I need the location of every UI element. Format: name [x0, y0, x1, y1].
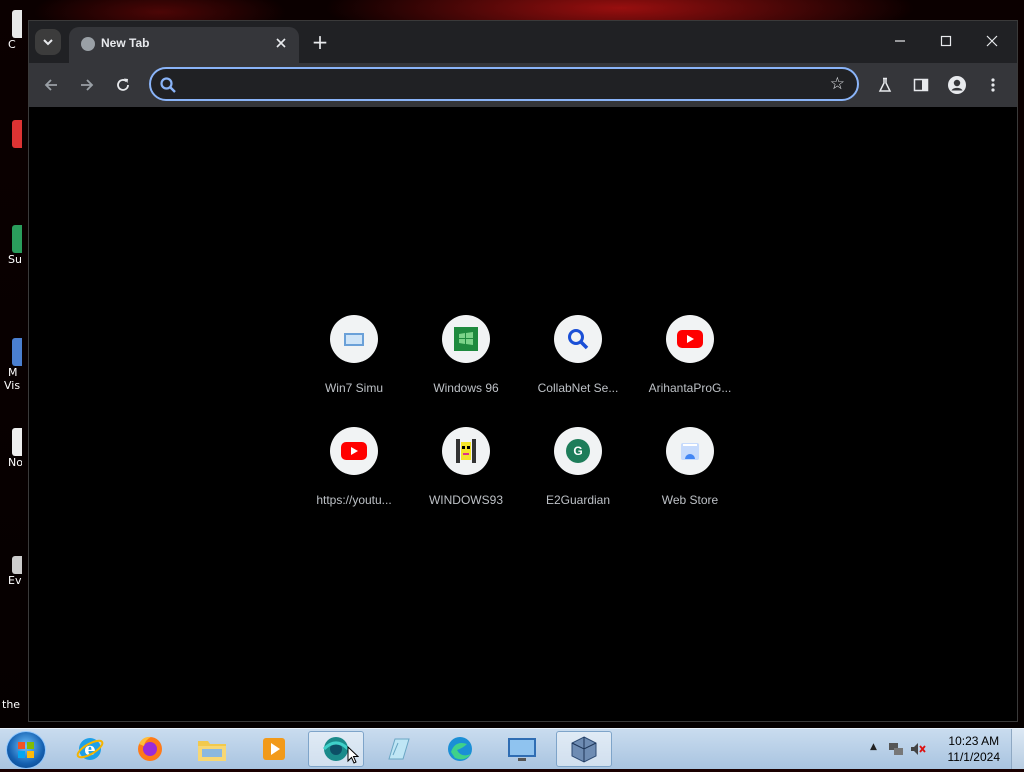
reload-icon	[117, 78, 129, 91]
menu-button[interactable]	[981, 73, 1005, 97]
volume-muted-icon[interactable]	[910, 741, 926, 757]
minimize-button[interactable]	[885, 29, 915, 53]
taskbar: e ▲ 10:23 AM 11/1/2024	[0, 728, 1024, 769]
tab-strip: New Tab +	[29, 21, 1017, 63]
desktop-icon[interactable]: Ev	[0, 556, 22, 587]
taskbar-media-player[interactable]	[246, 731, 302, 767]
webstore-icon	[666, 427, 714, 475]
desktop-icon[interactable]: Su	[0, 225, 22, 266]
shortcut-tile[interactable]: CollabNet Se...	[522, 315, 634, 415]
shortcut-tile[interactable]: Win7 Simu	[298, 315, 410, 415]
shortcut-label: Windows 96	[433, 381, 499, 395]
letter-g-badge: G	[566, 439, 590, 463]
back-button[interactable]	[39, 73, 63, 97]
shortcut-tile[interactable]: WINDOWS93	[410, 427, 522, 527]
shortcut-label: https://youtu...	[316, 493, 392, 507]
arrow-right-icon	[81, 79, 94, 91]
reload-button[interactable]	[111, 73, 135, 97]
desktop-icon[interactable]: No	[0, 428, 22, 469]
shortcut-tile[interactable]: Windows 96	[410, 315, 522, 415]
flask-icon	[878, 77, 892, 92]
show-hidden-icons-icon[interactable]: ▲	[870, 742, 877, 752]
globe-icon	[81, 37, 95, 51]
bookmark-star-icon[interactable]: ☆	[830, 74, 845, 94]
start-button[interactable]	[6, 731, 46, 769]
mouse-cursor-icon	[347, 746, 359, 764]
profile-button[interactable]	[945, 73, 969, 97]
windows93-icon	[442, 427, 490, 475]
tab-search-button[interactable]	[35, 29, 61, 55]
network-icon[interactable]	[888, 741, 904, 757]
side-panel-button[interactable]	[909, 73, 933, 97]
chevron-down-icon	[43, 39, 53, 46]
youtube-icon	[330, 427, 378, 475]
taskbar-chrome[interactable]	[308, 731, 364, 767]
arrow-left-icon	[44, 79, 57, 91]
address-input[interactable]	[185, 73, 809, 97]
windows-icon	[330, 315, 378, 363]
close-icon	[986, 35, 998, 47]
maximize-icon	[940, 35, 952, 47]
minimize-icon	[895, 40, 905, 42]
shortcut-tile[interactable]: ArihantaProG...	[634, 315, 746, 415]
edge-icon	[448, 737, 472, 761]
shortcut-label: ArihantaProG...	[648, 381, 732, 395]
desktop-icon[interactable]: M Vis	[0, 338, 22, 392]
search-icon	[160, 77, 176, 93]
youtube-icon	[666, 315, 714, 363]
kebab-menu-icon	[991, 78, 995, 92]
firefox-icon	[138, 736, 162, 761]
desktop-icon[interactable]: C	[0, 10, 22, 51]
taskbar-virtualbox[interactable]	[556, 731, 612, 767]
shortcut-label: E2Guardian	[545, 493, 611, 507]
letter-g-icon: G	[554, 427, 602, 475]
browser-toolbar: ☆	[29, 63, 1017, 107]
taskbar-firefox[interactable]	[122, 731, 178, 767]
avatar-icon	[948, 76, 966, 94]
labs-button[interactable]	[873, 73, 897, 97]
address-bar[interactable]: ☆	[149, 67, 859, 101]
search-icon	[554, 315, 602, 363]
virtualbox-icon	[571, 736, 597, 763]
browser-window: New Tab + ☆ Win7 Simu Windows 96 CollabN…	[28, 20, 1018, 722]
system-tray: ▲ 10:23 AM 11/1/2024	[864, 729, 1024, 769]
taskbar-internet-explorer[interactable]: e	[62, 731, 118, 767]
windows96-icon	[442, 315, 490, 363]
clock-date: 11/1/2024	[947, 750, 1001, 764]
desktop-icon[interactable]: the	[0, 698, 22, 711]
window-close-button[interactable]	[977, 29, 1007, 53]
media-player-icon	[263, 738, 285, 760]
shortcut-tile[interactable]: G E2Guardian	[522, 427, 634, 527]
tab-title: New Tab	[101, 36, 150, 50]
taskbar-file-explorer[interactable]	[184, 731, 240, 767]
clock-time: 10:23 AM	[948, 734, 1000, 748]
maximize-button[interactable]	[931, 29, 961, 53]
side-panel-icon	[913, 78, 929, 92]
shortcut-label: WINDOWS93	[428, 493, 503, 507]
shortcut-label: Win7 Simu	[324, 381, 383, 395]
windows-logo-icon	[18, 742, 34, 758]
remote-desktop-icon	[508, 738, 536, 761]
shortcut-label: Web Store	[661, 493, 719, 507]
shortcut-tile[interactable]: https://youtu...	[298, 427, 410, 527]
show-desktop-button[interactable]	[1011, 729, 1024, 769]
notepad-icon	[388, 738, 410, 760]
taskbar-remote-desktop[interactable]	[494, 731, 550, 767]
shortcut-label: CollabNet Se...	[537, 381, 619, 395]
new-tab-button[interactable]: +	[309, 30, 331, 54]
shortcut-tile[interactable]: Web Store	[634, 427, 746, 527]
taskbar-edge[interactable]	[432, 731, 488, 767]
tab-new-tab[interactable]: New Tab	[69, 27, 299, 63]
forward-button[interactable]	[75, 73, 99, 97]
clock[interactable]: 10:23 AM 11/1/2024	[948, 733, 1001, 765]
internet-explorer-icon: e	[76, 738, 104, 760]
taskbar-notepad[interactable]	[370, 731, 426, 767]
desktop-icon[interactable]	[0, 120, 22, 148]
close-icon[interactable]	[271, 33, 291, 53]
folder-icon	[198, 741, 226, 761]
